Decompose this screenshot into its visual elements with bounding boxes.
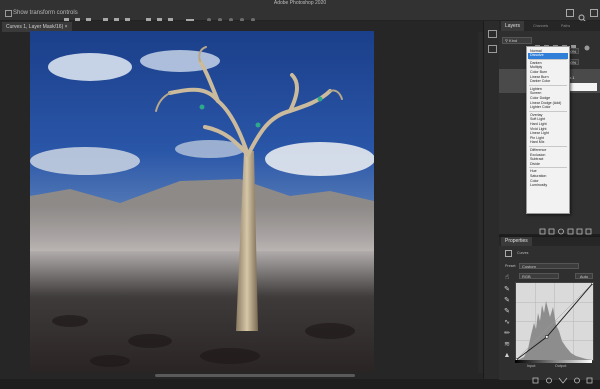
curve-point-icon[interactable]: ∿ <box>503 319 511 327</box>
tab-channels[interactable]: Channels <box>529 21 552 31</box>
workspace-icon[interactable] <box>590 9 598 17</box>
kind-filter[interactable]: ⚲ Kind <box>502 37 532 44</box>
blend-mode-item[interactable]: Subtract <box>530 157 543 161</box>
blend-mode-item[interactable]: Soft Light <box>530 117 545 121</box>
eyedropper-gray-icon[interactable]: ✎ <box>503 297 511 305</box>
curves-graph[interactable] <box>514 281 595 362</box>
blend-mode-item[interactable]: Overlay <box>530 113 542 117</box>
blend-mode-item[interactable]: Hard Light <box>530 122 547 126</box>
blend-mode-item[interactable]: Darken <box>530 61 542 65</box>
eyedropper-black-icon[interactable]: ✎ <box>503 286 511 294</box>
output-label: Output: <box>555 364 567 368</box>
clipping-warning-icon[interactable]: ▲ <box>503 352 511 360</box>
blend-mode-item[interactable]: Color Dodge <box>530 96 550 100</box>
share-icon[interactable] <box>566 9 574 17</box>
options-bar: Show transform controls <box>0 6 600 22</box>
mist <box>30 206 374 296</box>
blend-mode-item[interactable]: Screen <box>530 91 541 95</box>
blend-mode-item[interactable]: Darker Color <box>530 79 550 83</box>
blend-mode-item[interactable]: Normal <box>530 49 542 53</box>
cloud <box>265 142 374 176</box>
layers-bottom-icons[interactable] <box>539 222 597 235</box>
menu-separator <box>529 84 567 86</box>
adjustment-name: Curves <box>517 251 529 255</box>
artwork-image[interactable] <box>30 31 374 372</box>
blend-mode-item[interactable]: Dissolve <box>530 53 544 57</box>
blend-mode-item[interactable]: Lighter Color <box>530 105 551 109</box>
blend-mode-item[interactable]: Saturation <box>530 174 546 178</box>
cloud <box>48 53 132 81</box>
output-gradient-bar <box>515 360 592 363</box>
blend-mode-item[interactable]: Linear Dodge (Add) <box>530 101 561 105</box>
blend-mode-item[interactable]: Linear Light <box>530 131 549 135</box>
blend-mode-item[interactable]: Color <box>530 179 539 183</box>
align-buttons-group <box>64 10 214 22</box>
kind-filter-label: Kind <box>509 38 518 43</box>
blend-mode-item[interactable]: Lighten <box>530 87 542 91</box>
preset-select[interactable]: Custom <box>519 263 579 269</box>
input-label: Input: <box>527 364 536 368</box>
blend-mode-item[interactable]: Divide <box>530 162 540 166</box>
bird <box>317 96 323 102</box>
bird <box>199 104 205 110</box>
blend-mode-item[interactable]: Exclusion <box>530 153 545 157</box>
eyedropper-white-icon[interactable]: ✎ <box>503 308 511 316</box>
blend-mode-item[interactable]: Difference <box>530 148 546 152</box>
blend-mode-menu[interactable]: Normal Dissolve Darken Multiply Color Burn Li… <box>526 46 570 214</box>
bird <box>255 122 261 128</box>
cloud <box>30 147 140 175</box>
show-transform-checkbox[interactable] <box>5 10 12 17</box>
history-icon[interactable] <box>488 30 497 38</box>
menu-separator <box>529 110 567 112</box>
tab-paths[interactable]: Paths <box>557 21 574 31</box>
menu-separator <box>529 58 567 60</box>
properties-bottom-icons[interactable] <box>529 371 597 384</box>
adjustments-icon[interactable] <box>488 45 497 53</box>
blend-mode-item[interactable]: Hue <box>530 169 537 173</box>
cloud <box>140 50 220 72</box>
curve-control-point <box>545 335 549 339</box>
auto-button[interactable]: Auto <box>575 273 593 279</box>
blend-mode-item[interactable]: Color Burn <box>530 70 547 74</box>
menu-separator <box>529 167 567 169</box>
menu-separator <box>529 145 567 147</box>
blend-mode-item[interactable]: Luminosity <box>530 183 547 187</box>
curves-graph-svg <box>514 281 595 362</box>
blend-mode-item[interactable]: Vivid Light <box>530 127 547 131</box>
blend-mode-item[interactable]: Hard Mix <box>530 140 544 144</box>
blend-mode-item[interactable]: Multiply <box>530 65 542 69</box>
horizontal-scroll-thumb[interactable] <box>155 374 355 377</box>
curve-control-point <box>591 281 595 285</box>
3d-mode-icons[interactable] <box>206 10 266 22</box>
pencil-icon[interactable]: ✏ <box>503 330 511 338</box>
layer-filter-icons[interactable] <box>535 38 595 51</box>
blend-mode-item[interactable]: Linear Burn <box>530 75 549 79</box>
smooth-icon[interactable]: ≋ <box>503 341 511 349</box>
tab-properties[interactable]: Properties <box>501 237 532 246</box>
channel-select[interactable]: RGB <box>519 273 559 279</box>
preset-label: Preset: <box>505 264 517 268</box>
artwork-svg <box>30 31 374 372</box>
blend-mode-item[interactable]: Pin Light <box>530 136 544 140</box>
tab-layers[interactable]: Layers <box>501 21 525 31</box>
search-icon[interactable] <box>578 9 586 22</box>
panel-dock <box>483 21 499 379</box>
hand-icon[interactable]: ☝ <box>503 274 511 282</box>
curves-adjustment-icon <box>505 250 512 257</box>
